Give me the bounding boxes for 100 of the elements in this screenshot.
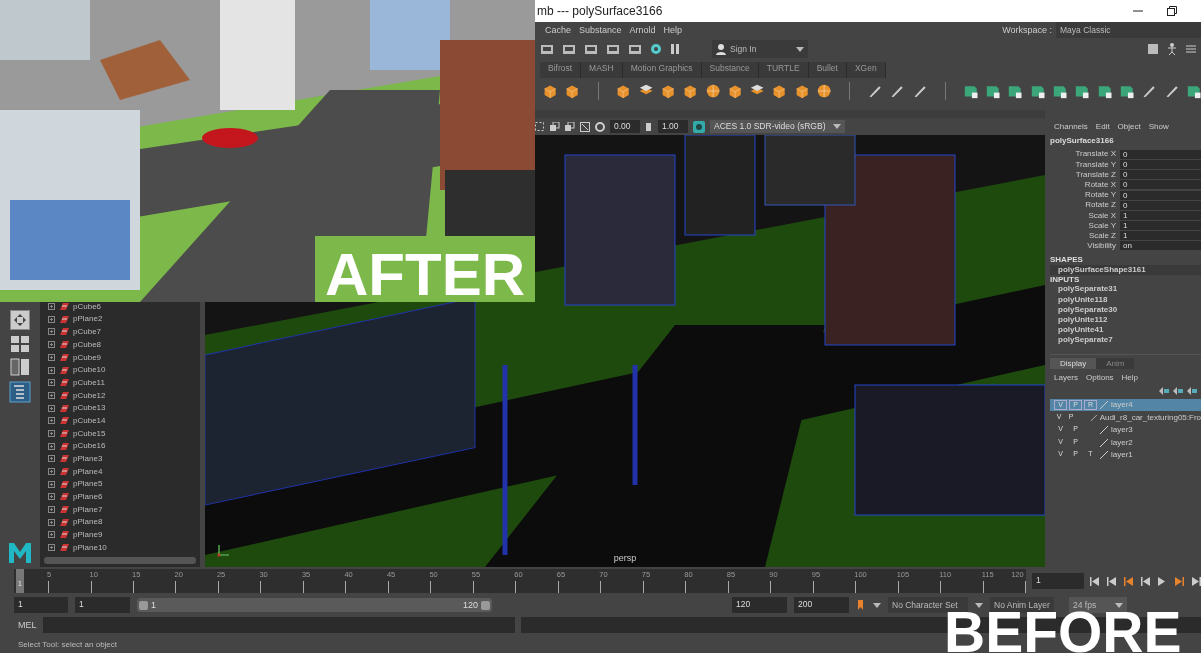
outliner-item[interactable]: pCube10 <box>40 363 200 377</box>
step-back-icon[interactable] <box>1107 576 1116 586</box>
outliner-item[interactable]: pPlane8 <box>40 515 200 529</box>
menu-item[interactable]: Object <box>1117 122 1141 132</box>
step-back-icon[interactable] <box>1124 576 1133 586</box>
outliner-item[interactable]: pCube16 <box>40 439 200 453</box>
start-field[interactable]: 1 <box>14 597 68 613</box>
channel-value[interactable]: 0 <box>1120 149 1201 159</box>
play-icon[interactable] <box>1158 576 1167 586</box>
shelf-tab[interactable]: MASH <box>581 62 623 78</box>
outliner-item[interactable]: pCube8 <box>40 338 200 351</box>
shape-node[interactable]: polySurfaceShape3161 <box>1050 264 1201 275</box>
menu-item[interactable]: Layers <box>1054 373 1078 383</box>
move-tool-icon[interactable] <box>10 310 30 330</box>
pause-icon[interactable] <box>670 43 680 55</box>
menu-item[interactable]: Help <box>1121 373 1139 383</box>
outliner-item[interactable]: pPlane7 <box>40 503 200 516</box>
outliner-item[interactable]: pCube14 <box>40 414 200 428</box>
outliner-item[interactable]: pCube9 <box>40 351 200 364</box>
outliner-item[interactable]: pCube7 <box>40 325 200 339</box>
exposure-field[interactable]: 0.00 <box>610 120 640 133</box>
channel-value[interactable]: on <box>1120 241 1201 251</box>
input-node[interactable]: polyUnite41 <box>1050 325 1201 336</box>
channel-value[interactable]: 0 <box>1120 180 1201 190</box>
input-node[interactable]: polySeparate7 <box>1050 335 1201 346</box>
outliner-item[interactable]: pPlane2 <box>40 312 200 326</box>
character-set-dropdown[interactable]: No Character Set <box>888 597 968 613</box>
playback-end-field[interactable]: 120 <box>732 597 787 613</box>
command-field[interactable] <box>42 617 515 633</box>
menu-item[interactable]: Show <box>1148 122 1169 132</box>
gamma-icon[interactable] <box>645 121 653 132</box>
step-back-icon[interactable] <box>1141 576 1150 586</box>
menu-item[interactable]: Options <box>1086 373 1114 383</box>
end-field[interactable]: 200 <box>794 597 849 613</box>
shelf-tab[interactable]: Bullet <box>808 62 847 78</box>
shelf-tab[interactable]: Bifrost <box>540 62 582 78</box>
four-view-icon[interactable] <box>10 335 30 353</box>
input-node[interactable]: polyUnite118 <box>1050 294 1201 305</box>
color-management-icon[interactable] <box>693 120 705 133</box>
outliner-item[interactable]: pCube11 <box>40 376 200 390</box>
frame-icon[interactable] <box>580 121 590 132</box>
outliner-item[interactable]: pPlane6 <box>40 490 200 504</box>
select-icon[interactable] <box>535 121 545 132</box>
input-node[interactable]: polyUnite112 <box>1050 315 1201 326</box>
copy-icon[interactable] <box>565 121 575 132</box>
menu-item[interactable]: Substance <box>579 24 622 36</box>
target-icon[interactable] <box>650 43 662 55</box>
step-back-icon[interactable] <box>1090 576 1099 586</box>
step-forward-icon[interactable] <box>1175 576 1184 586</box>
channel-value[interactable]: 1 <box>1120 231 1201 241</box>
sphere-icon[interactable] <box>817 82 832 100</box>
layer-action-icon[interactable] <box>1159 386 1169 395</box>
outliner-layout-icon[interactable] <box>9 381 31 403</box>
input-node[interactable]: polySeparate31 <box>1050 284 1201 295</box>
current-frame-field[interactable]: 1 <box>1032 573 1084 589</box>
anim-layer-dropdown[interactable]: No Anim Layer <box>990 597 1054 613</box>
outliner-item[interactable]: pCube6 <box>40 300 200 313</box>
film-icon[interactable] <box>540 43 554 55</box>
film-icon[interactable] <box>628 43 642 55</box>
channel-value[interactable]: 0 <box>1120 190 1201 200</box>
range-slider[interactable]: 1 120 <box>137 598 492 612</box>
copy-icon[interactable] <box>550 121 560 132</box>
channel-value[interactable]: 0 <box>1120 159 1201 169</box>
outliner-item[interactable]: pPlane4 <box>40 465 200 478</box>
panel-tab[interactable]: Display <box>1050 357 1097 370</box>
step-forward-icon[interactable] <box>1192 576 1201 586</box>
shelf-tab[interactable]: XGen <box>846 62 886 78</box>
film-icon[interactable] <box>606 43 620 55</box>
outliner-item[interactable]: pPlane5 <box>40 477 200 491</box>
playback-start-field[interactable]: 1 <box>75 597 130 613</box>
outliner-item[interactable]: pPlane9 <box>40 528 200 542</box>
shelf-tab[interactable]: TURTLE <box>758 62 809 78</box>
channel-value[interactable]: 0 <box>1120 170 1201 180</box>
layer-action-icon[interactable] <box>1187 386 1197 395</box>
layer-action-icon[interactable] <box>1173 386 1183 395</box>
exposure-icon[interactable] <box>595 121 605 132</box>
menu-item[interactable]: Cache <box>545 24 571 36</box>
channel-value[interactable]: 1 <box>1120 221 1201 231</box>
input-node[interactable]: polySeparate30 <box>1050 304 1201 315</box>
channel-value[interactable]: 1 <box>1120 210 1201 220</box>
outliner-item[interactable]: pPlane3 <box>40 452 200 466</box>
two-view-icon[interactable] <box>10 358 30 376</box>
sign-in-dropdown[interactable]: Sign In <box>712 40 808 58</box>
shelf-tab[interactable]: Motion Graphics <box>622 62 702 78</box>
outliner-item[interactable]: pPlane10 <box>40 541 200 554</box>
key-icon[interactable] <box>856 599 866 611</box>
menu-item[interactable]: Help <box>663 24 683 36</box>
outliner-item[interactable]: pCube15 <box>40 427 200 440</box>
outliner-item[interactable]: pCube12 <box>40 389 200 402</box>
sphere-icon[interactable] <box>705 82 720 100</box>
menu-item[interactable]: Edit <box>1095 122 1110 132</box>
gamma-field[interactable]: 1.00 <box>658 120 688 133</box>
scrollbar[interactable] <box>44 557 196 564</box>
workspace-dropdown[interactable]: Maya Classic <box>1056 22 1201 38</box>
channel-value[interactable]: 0 <box>1120 200 1201 210</box>
color-space-dropdown[interactable]: ACES 1.0 SDR-video (sRGB) <box>710 120 845 133</box>
film-icon[interactable] <box>584 43 598 55</box>
shelf-tab[interactable]: Substance <box>701 62 759 78</box>
menu-item[interactable]: Arnold <box>629 24 656 36</box>
figure-icon[interactable] <box>1167 43 1177 55</box>
